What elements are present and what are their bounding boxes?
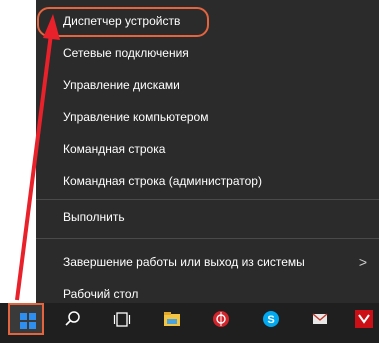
highlight-outline xyxy=(37,7,209,37)
winx-context-menu: Диспетчер устройств Сетевые подключения … xyxy=(36,0,379,303)
menu-item-computer-management[interactable]: Управление компьютером xyxy=(36,101,379,133)
menu-item-command-prompt-admin[interactable]: Командная строка (администратор) xyxy=(36,165,379,197)
menu-item-disk-management[interactable]: Управление дисками xyxy=(36,69,379,101)
menu-item-label: Командная строка (администратор) xyxy=(63,174,262,188)
menu-item-label: Выполнить xyxy=(63,210,125,224)
svg-text:S: S xyxy=(267,314,274,326)
opera-icon[interactable] xyxy=(355,310,373,328)
menu-item-label: Командная строка xyxy=(63,142,166,156)
task-view-icon[interactable] xyxy=(113,310,131,328)
menu-item-label: Управление компьютером xyxy=(63,110,209,124)
menu-item-shutdown-signout[interactable]: Завершение работы или выход из системы > xyxy=(36,246,379,278)
menu-separator xyxy=(36,199,379,200)
menu-item-run[interactable]: Выполнить xyxy=(36,201,379,233)
menu-item-label: Завершение работы или выход из системы xyxy=(63,255,305,269)
menu-item-network-connections[interactable]: Сетевые подключения xyxy=(36,37,379,69)
search-icon[interactable] xyxy=(64,310,82,328)
menu-item-label: Сетевые подключения xyxy=(63,46,189,60)
antivirus-icon[interactable] xyxy=(212,310,230,328)
file-explorer-icon[interactable] xyxy=(163,310,181,328)
chevron-right-icon: > xyxy=(358,254,367,270)
menu-separator xyxy=(36,238,379,239)
windows-logo-icon xyxy=(20,313,36,329)
start-button[interactable] xyxy=(8,303,44,335)
mail-icon[interactable] xyxy=(311,310,329,328)
menu-item-command-prompt[interactable]: Командная строка xyxy=(36,133,379,165)
skype-icon[interactable]: S xyxy=(262,310,280,328)
menu-item-label: Управление дисками xyxy=(63,78,180,92)
